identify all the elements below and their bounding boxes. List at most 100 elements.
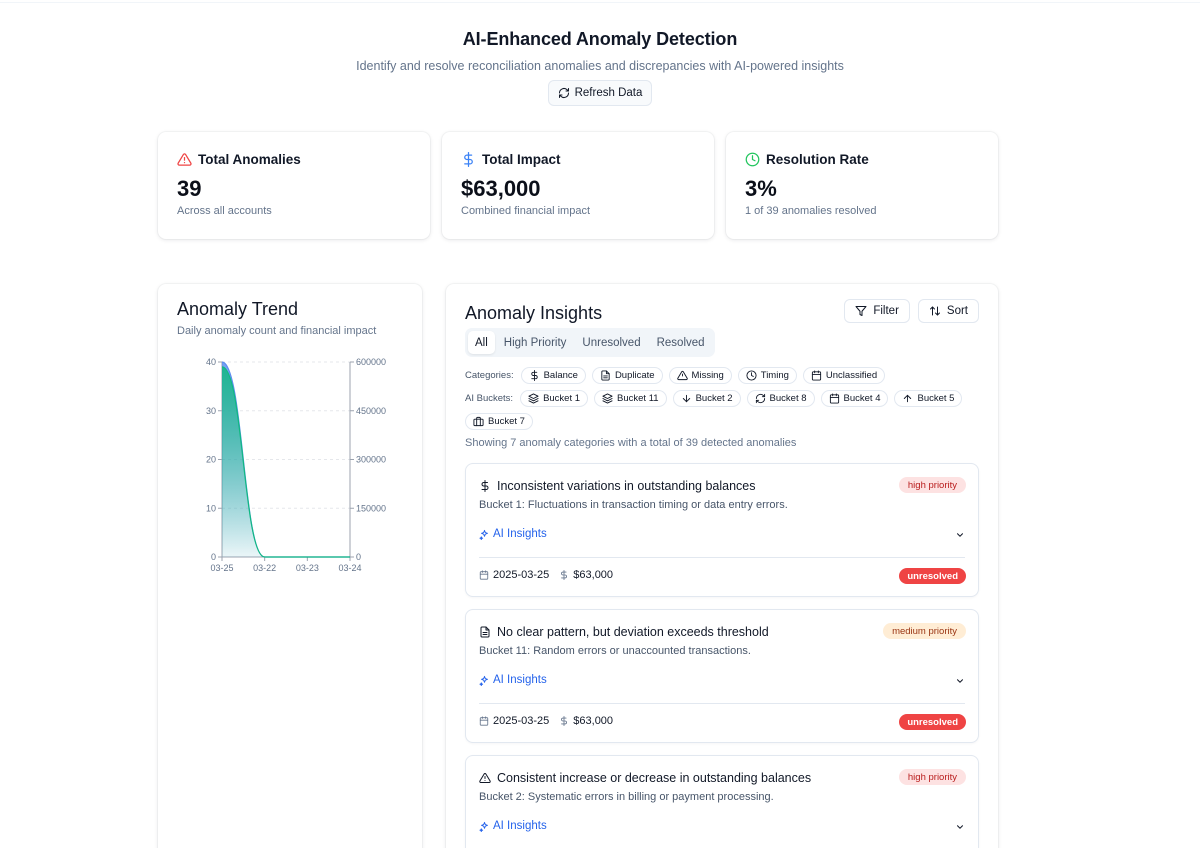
bucket-chip-8[interactable]: Bucket 8 xyxy=(746,390,815,407)
chevron-down-icon[interactable] xyxy=(955,822,965,832)
stat-description: Combined financial impact xyxy=(461,205,591,217)
filter-button[interactable]: Filter xyxy=(844,299,910,323)
anomaly-amount: $63,000 xyxy=(573,569,614,581)
bucket-chip-11[interactable]: Bucket 11 xyxy=(594,390,667,407)
insights-tabs: All High Priority Unresolved Resolved xyxy=(465,328,715,357)
series-area-1 xyxy=(222,366,350,557)
anomaly-card: No clear pattern, but deviation exceeds … xyxy=(465,609,979,743)
ai-insights-toggle[interactable]: AI Insights xyxy=(479,674,547,686)
insights-title: Anomaly Insights xyxy=(465,303,603,323)
category-chip-balance[interactable]: Balance xyxy=(520,367,586,384)
ai-insights-label: AI Insights xyxy=(493,674,547,686)
refresh-data-label: Refresh Data xyxy=(574,87,643,99)
stat-card-total-anomalies: Total Anomalies 39 Across all accounts xyxy=(158,132,430,239)
anomaly-amount: $63,000 xyxy=(573,715,614,727)
divider xyxy=(479,703,965,704)
ai-buckets-label: AI Buckets: xyxy=(465,393,514,404)
bucket-chip-2[interactable]: Bucket 2 xyxy=(672,390,741,407)
sparkles-icon xyxy=(479,529,488,540)
refresh-icon xyxy=(755,393,765,404)
ai-insights-toggle[interactable]: AI Insights xyxy=(479,820,547,832)
tab-all[interactable]: All xyxy=(468,331,495,354)
anomaly-card: Consistent increase or decrease in outst… xyxy=(465,755,979,848)
stat-description: 1 of 39 anomalies resolved xyxy=(745,205,877,217)
arrow-up-icon xyxy=(904,394,912,403)
dollar-icon xyxy=(561,570,568,580)
chip-label: Balance xyxy=(543,370,578,381)
anomaly-date: 2025-03-25 xyxy=(493,715,550,727)
tab-resolved[interactable]: Resolved xyxy=(650,331,712,354)
alert-triangle-icon xyxy=(177,153,192,166)
clock-icon xyxy=(746,370,757,381)
anomaly-summary: Showing 7 anomaly categories with a tota… xyxy=(465,437,797,449)
category-chip-unclassified[interactable]: Unclassified xyxy=(802,367,886,384)
right-tick-label: 450000 xyxy=(356,406,386,416)
right-tick-label: 300000 xyxy=(356,455,386,465)
chip-label: Bucket 4 xyxy=(843,393,881,404)
calendar-icon xyxy=(811,370,821,381)
sort-label: Sort xyxy=(946,305,968,317)
status-badge: unresolved xyxy=(899,568,966,584)
category-chip-timing[interactable]: Timing xyxy=(737,367,797,384)
alert-triangle-icon xyxy=(676,370,688,381)
category-chip-duplicate[interactable]: Duplicate xyxy=(591,367,663,384)
left-tick-label: 0 xyxy=(211,552,216,562)
anomaly-title: Inconsistent variations in outstanding b… xyxy=(497,479,756,493)
priority-badge: high priority xyxy=(898,477,966,493)
chip-label: Missing xyxy=(691,370,724,381)
chip-label: Bucket 1 xyxy=(543,393,581,404)
right-tick-label: 150000 xyxy=(356,503,386,513)
anomaly-card: Inconsistent variations in outstanding b… xyxy=(465,463,979,597)
layers-icon xyxy=(528,393,539,404)
right-tick-label: 600000 xyxy=(356,357,386,367)
stat-title: Total Impact xyxy=(482,152,561,167)
bucket-chip-1[interactable]: Bucket 1 xyxy=(520,390,589,407)
right-tick-label: 0 xyxy=(356,552,361,562)
stat-value: 3% xyxy=(745,176,777,201)
chevron-down-icon[interactable] xyxy=(955,676,965,686)
dollar-icon xyxy=(464,152,473,167)
chip-label: Unclassified xyxy=(825,370,878,381)
category-chip-missing[interactable]: Missing xyxy=(668,367,732,384)
stat-card-resolution-rate: Resolution Rate 3% 1 of 39 anomalies res… xyxy=(726,132,998,239)
left-tick-label: 40 xyxy=(206,357,216,367)
sparkles-icon xyxy=(479,821,488,832)
categories-label: Categories: xyxy=(465,370,514,381)
left-tick-label: 20 xyxy=(206,455,216,465)
bucket-chip-4[interactable]: Bucket 4 xyxy=(820,390,889,407)
anomaly-insights-panel: Anomaly Insights Filter Sort All High Pr… xyxy=(446,284,998,848)
anomaly-description: Bucket 1: Fluctuations in transaction ti… xyxy=(479,499,788,511)
stat-value: 39 xyxy=(177,176,202,201)
arrow-down-icon xyxy=(682,394,690,403)
bucket-chip-7[interactable]: Bucket 7 xyxy=(465,413,533,430)
chip-label: Bucket 8 xyxy=(769,393,807,404)
chip-label: Duplicate xyxy=(614,370,655,381)
ai-insights-label: AI Insights xyxy=(493,528,547,540)
layers-icon xyxy=(602,393,613,404)
dollar-icon xyxy=(561,716,568,726)
x-tick-label: 03-23 xyxy=(296,563,319,573)
anomaly-description: Bucket 2: Systematic errors in billing o… xyxy=(479,791,774,803)
anomaly-trend-chart: 0 10 20 30 40 0 150000 300000 450000 600000 03-25 0… xyxy=(206,357,386,573)
chip-label: Bucket 5 xyxy=(917,393,955,404)
bucket-chip-5[interactable]: Bucket 5 xyxy=(894,390,963,407)
dollar-icon xyxy=(481,480,489,492)
x-tick-label: 03-22 xyxy=(253,563,276,573)
sort-icon xyxy=(929,306,940,316)
sort-button[interactable]: Sort xyxy=(917,299,979,323)
refresh-data-button[interactable]: Refresh Data xyxy=(547,80,653,106)
clock-icon xyxy=(745,152,760,167)
tab-high-priority[interactable]: High Priority xyxy=(497,331,574,354)
tab-unresolved[interactable]: Unresolved xyxy=(575,331,647,354)
category-chips: Categories: Balance Duplicate Missing Ti… xyxy=(465,367,886,384)
priority-badge: high priority xyxy=(898,769,966,785)
filter-label: Filter xyxy=(873,305,899,317)
briefcase-icon xyxy=(473,416,484,427)
calendar-icon xyxy=(479,570,489,580)
priority-badge: medium priority xyxy=(883,623,966,639)
refresh-icon xyxy=(558,88,569,98)
file-icon xyxy=(480,626,490,638)
ai-insights-toggle[interactable]: AI Insights xyxy=(479,528,547,540)
chevron-down-icon[interactable] xyxy=(955,530,965,540)
stat-description: Across all accounts xyxy=(177,205,272,217)
